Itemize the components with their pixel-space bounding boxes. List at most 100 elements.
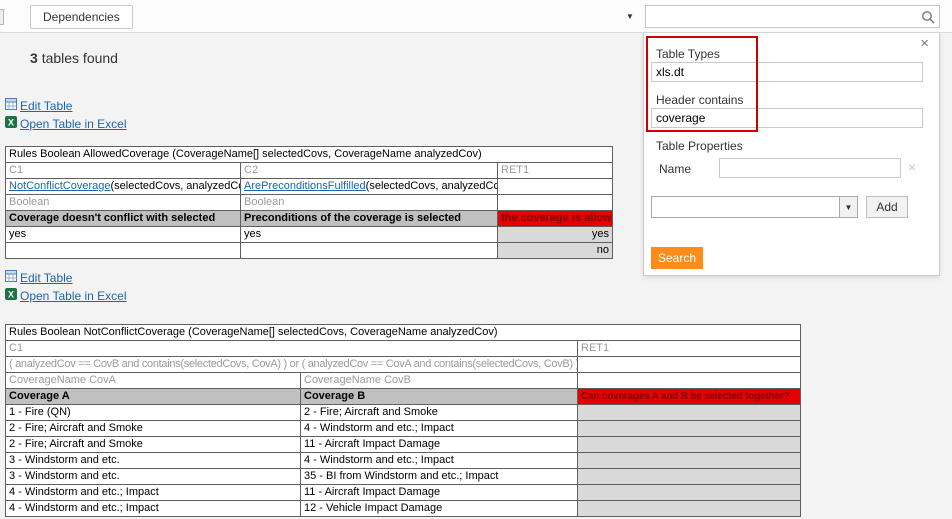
- coverage-a-cell: 4 - Windstorm and etc.; Impact: [5, 484, 301, 501]
- table-search-box: [645, 5, 940, 28]
- search-button[interactable]: Search: [651, 247, 703, 269]
- return-value-cell: yes: [496, 226, 614, 243]
- col-header: RET1: [576, 340, 802, 357]
- table-row: 2 - Fire; Aircraft and Smoke 11 - Aircra…: [5, 436, 802, 453]
- coverage-a-cell: 2 - Fire; Aircraft and Smoke: [5, 420, 301, 437]
- results-count-label: tables found: [41, 50, 118, 66]
- description-row: Coverage A Coverage B Can coverages A an…: [5, 388, 802, 405]
- results-count-number: 3: [30, 50, 38, 66]
- open-excel-link-1[interactable]: X Open Table in Excel: [5, 116, 127, 131]
- open-excel-link-2[interactable]: X Open Table in Excel: [5, 288, 127, 303]
- return-value-cell: [576, 468, 802, 485]
- table-title: Rules Boolean AllowedCoverage (CoverageN…: [4, 146, 614, 163]
- condition-link[interactable]: ArePreconditionsFulfilled: [244, 180, 366, 192]
- table-title-row: Rules Boolean NotConflictCoverage (Cover…: [4, 324, 802, 341]
- open-excel-link-label[interactable]: Open Table in Excel: [20, 289, 127, 303]
- table-row: 3 - Windstorm and etc. 35 - BI from Wind…: [5, 468, 802, 485]
- table-search-input[interactable]: [649, 7, 917, 26]
- decision-table-allowed-coverage[interactable]: Rules Boolean AllowedCoverage (CoverageN…: [4, 146, 614, 259]
- return-description-cell: the coverage is allowed: [496, 210, 614, 227]
- open-excel-link-label[interactable]: Open Table in Excel: [20, 117, 127, 131]
- edit-table-link-1[interactable]: Edit Table: [5, 98, 72, 113]
- coverage-b-cell: 4 - Windstorm and etc.; Impact: [300, 452, 578, 469]
- empty-cell: [576, 372, 802, 389]
- combo-caret-down-icon[interactable]: ▼: [839, 197, 857, 217]
- return-description-cell: Can coverages A and B be selected togeth…: [576, 388, 802, 405]
- expression-cell: ( analyzedCov == CovB and contains(selec…: [5, 356, 578, 373]
- value-cell: [5, 242, 241, 259]
- svg-text:X: X: [8, 118, 14, 128]
- table-row: 2 - Fire; Aircraft and Smoke 4 - Windsto…: [5, 420, 802, 437]
- name-input[interactable]: [719, 158, 901, 178]
- description-cell: Preconditions of the coverage is selecte…: [240, 210, 498, 227]
- decision-table-not-conflict-coverage[interactable]: Rules Boolean NotConflictCoverage (Cover…: [4, 324, 802, 517]
- table-title: Rules Boolean NotConflictCoverage (Cover…: [4, 324, 802, 341]
- edit-table-link-label[interactable]: Edit Table: [20, 271, 72, 285]
- filter-caret-down-icon[interactable]: ▼: [626, 12, 634, 21]
- table-grid-icon: [5, 270, 17, 285]
- results-count: 3 tables found: [30, 50, 118, 66]
- expression-row: ( analyzedCov == CovB and contains(selec…: [5, 356, 802, 373]
- return-value-cell: [576, 452, 802, 469]
- cutoff-toolbar-icon: [0, 9, 4, 25]
- table-grid-icon: [5, 98, 17, 113]
- coverage-b-cell: 11 - Aircraft Impact Damage: [300, 484, 578, 501]
- coverage-a-cell: 3 - Windstorm and etc.: [5, 452, 301, 469]
- toolbar: Dependencies ▼: [0, 0, 952, 33]
- col-header: C2: [240, 162, 498, 179]
- coverage-b-cell: 4 - Windstorm and etc.; Impact: [300, 420, 578, 437]
- return-value-cell: [576, 420, 802, 437]
- coverage-b-cell: 12 - Vehicle Impact Damage: [300, 500, 578, 517]
- edit-table-link-2[interactable]: Edit Table: [5, 270, 72, 285]
- table-row: 4 - Windstorm and etc.; Impact 11 - Airc…: [5, 484, 802, 501]
- table-types-input[interactable]: [651, 62, 923, 82]
- add-property-button[interactable]: Add: [866, 196, 908, 218]
- condition-link[interactable]: NotConflictCoverage: [9, 180, 111, 192]
- param-header-row: CoverageName CovA CoverageName CovB: [5, 372, 802, 389]
- return-value-cell: no: [496, 242, 614, 259]
- description-cell: Coverage B: [300, 388, 578, 405]
- excel-icon: X: [5, 288, 17, 303]
- table-row: 1 - Fire (QN) 2 - Fire; Aircraft and Smo…: [5, 404, 802, 421]
- table-row: 4 - Windstorm and etc.; Impact 12 - Vehi…: [5, 500, 802, 517]
- return-value-cell: [576, 436, 802, 453]
- param-header-cell: CoverageName CovB: [300, 372, 578, 389]
- coverage-b-cell: 35 - BI from Windstorm and etc.; Impact: [300, 468, 578, 485]
- name-label: Name: [659, 162, 692, 176]
- condition-args: (selectedCovs, analyzedCov): [365, 180, 498, 192]
- coverage-b-cell: 2 - Fire; Aircraft and Smoke: [300, 404, 578, 421]
- description-row: Coverage doesn't conflict with selected …: [5, 210, 614, 227]
- search-icon[interactable]: [921, 10, 935, 24]
- coverage-a-cell: 1 - Fire (QN): [5, 404, 301, 421]
- description-cell: Coverage A: [5, 388, 301, 405]
- property-select[interactable]: ▼: [651, 196, 858, 218]
- coverage-a-cell: 2 - Fire; Aircraft and Smoke: [5, 436, 301, 453]
- type-cell: Boolean: [5, 194, 241, 211]
- type-cell: Boolean: [240, 194, 498, 211]
- table-types-label: Table Types: [656, 47, 720, 61]
- return-value-cell: [576, 500, 802, 517]
- col-header: C1: [5, 162, 241, 179]
- header-contains-input[interactable]: [651, 108, 923, 128]
- table-row: yes yes yes: [5, 226, 614, 243]
- description-cell: Coverage doesn't conflict with selected: [5, 210, 241, 227]
- empty-cell: [496, 194, 614, 211]
- value-cell: yes: [240, 226, 498, 243]
- table-row: 3 - Windstorm and etc. 4 - Windstorm and…: [5, 452, 802, 469]
- clear-icon[interactable]: ×: [908, 159, 916, 175]
- close-icon[interactable]: ×: [920, 36, 929, 51]
- col-header: C1: [5, 340, 578, 357]
- coverage-b-cell: 11 - Aircraft Impact Damage: [300, 436, 578, 453]
- coverage-a-cell: 3 - Windstorm and etc.: [5, 468, 301, 485]
- table-properties-label: Table Properties: [656, 139, 743, 153]
- condition-cell: NotConflictCoverage(selectedCovs, analyz…: [5, 178, 241, 195]
- advanced-search-panel: × Table Types Header contains Table Prop…: [643, 33, 940, 276]
- value-cell: yes: [5, 226, 241, 243]
- dependencies-button[interactable]: Dependencies: [30, 5, 133, 29]
- header-contains-label: Header contains: [656, 93, 744, 107]
- app-window: Dependencies ▼ 3 tables found × Table Ty…: [0, 0, 952, 519]
- edit-table-link-label[interactable]: Edit Table: [20, 99, 72, 113]
- condition-row: NotConflictCoverage (selectedCovs, analyz…: [5, 178, 614, 195]
- value-cell: [240, 242, 498, 259]
- empty-cell: [496, 178, 614, 195]
